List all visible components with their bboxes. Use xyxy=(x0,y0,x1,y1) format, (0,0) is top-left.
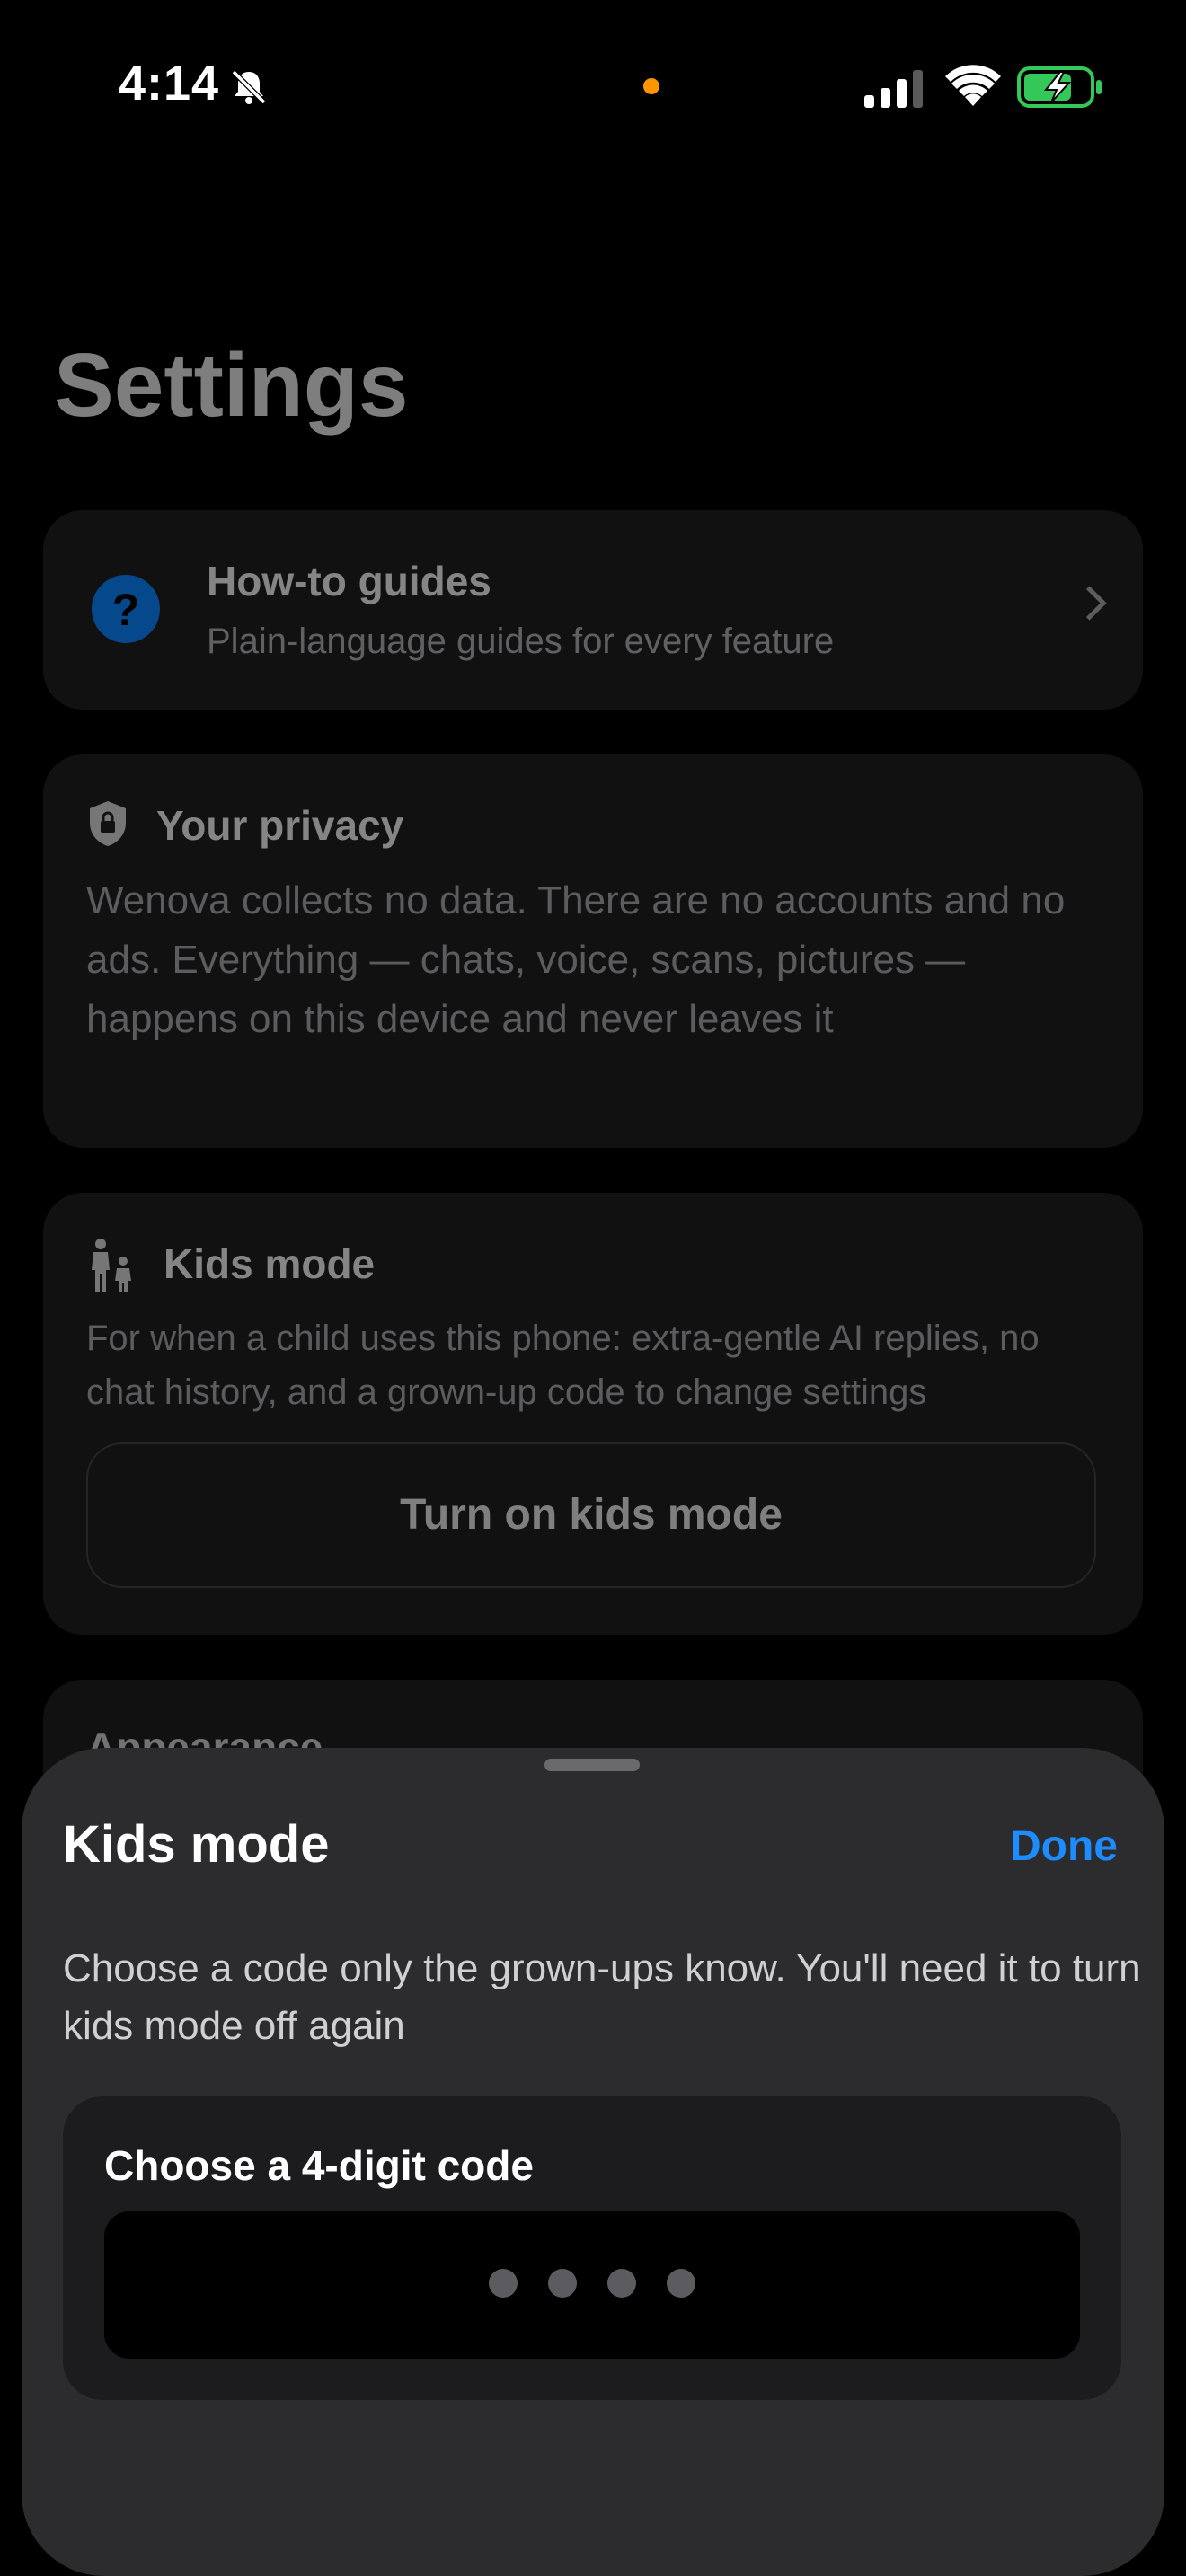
sheet-description: Choose a code only the grown-ups know. Y… xyxy=(63,1946,1141,2048)
shield-lock-icon xyxy=(90,801,126,846)
sheet-title: Kids mode xyxy=(63,1815,330,1874)
kids-mode-title: Kids mode xyxy=(164,1240,376,1287)
privacy-card: Your privacy Wenova collects no data. Th… xyxy=(43,754,1143,1148)
privacy-title: Your privacy xyxy=(156,802,404,849)
code-dot xyxy=(489,2269,518,2298)
kids-mode-sheet: Kids mode Done Choose a code only the gr… xyxy=(22,1748,1164,2576)
code-dots xyxy=(104,2269,1080,2298)
kids-mode-description: For when a child uses this phone: extra-… xyxy=(86,1319,1040,1412)
sheet-grabber[interactable] xyxy=(544,1759,640,1771)
how-to-guides-row[interactable]: ? How-to guides Plain-language guides fo… xyxy=(43,510,1143,710)
turn-on-kids-mode-button[interactable]: Turn on kids mode xyxy=(86,1442,1096,1588)
chevron-right-icon xyxy=(1072,586,1107,621)
code-input[interactable] xyxy=(104,2211,1080,2359)
done-button[interactable]: Done xyxy=(1010,1822,1118,1871)
kids-mode-card: Kids mode For when a child uses this pho… xyxy=(43,1193,1143,1635)
question-circle-icon: ? xyxy=(92,575,160,643)
code-dot xyxy=(607,2269,636,2298)
code-label: Choose a 4-digit code xyxy=(104,2142,534,2189)
guides-title: How-to guides xyxy=(207,558,491,604)
family-icon xyxy=(92,1239,131,1292)
code-dot xyxy=(667,2269,695,2298)
page-title: Settings xyxy=(54,335,409,436)
code-dot xyxy=(548,2269,577,2298)
code-card: Choose a 4-digit code xyxy=(63,2096,1121,2400)
privacy-description: Wenova collects no data. There are no ac… xyxy=(86,878,1066,1041)
guides-subtitle: Plain-language guides for every feature xyxy=(207,622,835,661)
